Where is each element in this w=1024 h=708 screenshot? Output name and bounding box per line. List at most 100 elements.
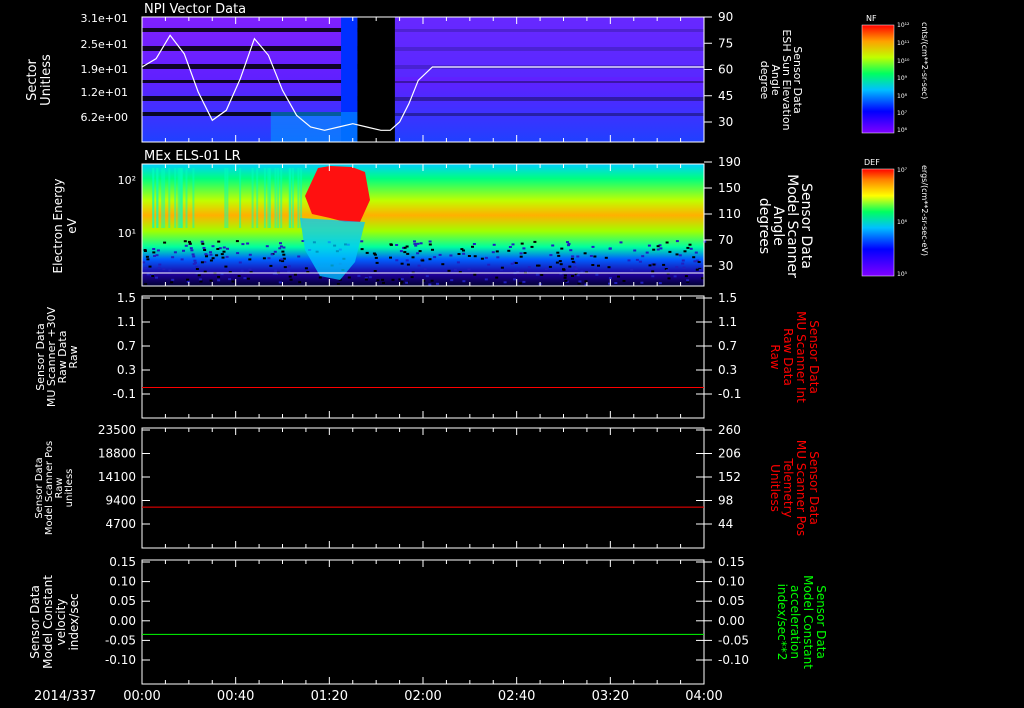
els-speckle xyxy=(418,250,422,253)
els-speckle xyxy=(365,251,369,254)
panel-mu-scanner-raw: 1.5 1.5 1.1 1.1 0.7 0.7 0.3 0.3 -0.1 -0.1 Sensor … xyxy=(34,291,821,419)
els-ytick-left: 10² xyxy=(118,174,136,187)
els-speckle xyxy=(681,262,685,265)
panel4-ylabel-left: Sensor Data Model Scanner Pos Raw unitle… xyxy=(34,441,75,535)
els-speckle xyxy=(651,270,655,273)
ytick-right: 70 xyxy=(718,233,733,247)
ytick-left: 0.10 xyxy=(109,575,136,589)
els-speckle xyxy=(460,248,464,251)
els-speckle xyxy=(656,248,660,251)
els-speckle xyxy=(652,263,656,266)
els-speckle xyxy=(403,246,407,249)
els-speckle xyxy=(630,268,634,271)
els-speckle xyxy=(480,257,484,260)
els-speckle xyxy=(689,247,693,250)
els-speckle xyxy=(205,255,208,258)
els-speckle xyxy=(156,249,160,252)
els-streak xyxy=(226,168,229,228)
els-speckle xyxy=(382,281,385,284)
els-speckle xyxy=(364,278,368,281)
els-speckle xyxy=(158,263,162,266)
els-speckle xyxy=(583,252,587,255)
els-speckle xyxy=(457,253,461,255)
els-speckle xyxy=(492,243,496,246)
els-speckle xyxy=(246,242,250,245)
els-speckle xyxy=(411,256,415,259)
els-speckle xyxy=(240,269,244,272)
els-speckle xyxy=(659,247,663,250)
els-speckle xyxy=(414,244,418,247)
npi-ytick-left: 6.2e+00 xyxy=(81,111,128,124)
colorbar-def-tick: 10⁷ xyxy=(897,167,908,174)
els-speckle xyxy=(200,261,204,264)
els-speckle xyxy=(246,277,250,280)
ytick-left: -0.05 xyxy=(105,633,136,647)
els-speckle xyxy=(500,266,504,269)
els-speckle xyxy=(400,278,404,281)
ytick-right: -0.10 xyxy=(718,653,749,667)
time-tick-label: 00:40 xyxy=(217,689,254,704)
els-speckle xyxy=(216,248,220,250)
els-speckle xyxy=(228,278,232,281)
els-speckle xyxy=(467,255,471,257)
els-speckle xyxy=(188,240,191,243)
els-speckle xyxy=(617,275,620,278)
els-speckle xyxy=(638,260,642,263)
els-speckle xyxy=(389,243,393,246)
els-speckle xyxy=(278,281,282,284)
els-speckle xyxy=(243,277,247,280)
els-speckle xyxy=(183,240,187,243)
els-speckle xyxy=(558,260,562,263)
els-speckle xyxy=(374,256,378,259)
colorbar-nf: NF 10¹² 10¹¹ 10¹⁰ 10⁹ 10⁸ 10⁷ 10⁶ cnts/(… xyxy=(861,14,929,134)
els-speckle xyxy=(571,260,575,263)
colorbar-def-label: DEF xyxy=(864,158,880,167)
els-speckle xyxy=(473,273,477,276)
els-speckle xyxy=(162,268,166,271)
els-streak xyxy=(297,168,300,228)
ytick-right: 206 xyxy=(718,447,741,461)
npi-band-dark xyxy=(142,28,358,32)
els-speckle xyxy=(441,263,445,266)
els-speckle xyxy=(697,261,701,263)
time-tick-label: 01:20 xyxy=(311,689,348,704)
els-streak xyxy=(239,168,242,228)
els-speckle xyxy=(436,282,439,285)
els-speckle xyxy=(153,255,156,257)
els-speckle xyxy=(360,240,364,243)
colorbar-nf-tick: 10¹¹ xyxy=(897,40,910,47)
panel3-ylabel-right-line: Raw xyxy=(768,344,782,369)
els-streak xyxy=(274,168,277,228)
els-speckle xyxy=(425,275,429,278)
els-speckle xyxy=(484,278,488,281)
els-speckle xyxy=(535,273,539,276)
els-speckle xyxy=(496,256,500,259)
els-speckle xyxy=(633,249,637,252)
els-speckle xyxy=(217,279,221,282)
els-speckle xyxy=(513,278,517,281)
ytick-right: 75 xyxy=(718,36,733,50)
els-speckle xyxy=(186,280,190,283)
els-speckle xyxy=(270,253,274,256)
els-speckle xyxy=(144,267,148,270)
panel5-ylabel-right-line: Model Constant xyxy=(801,575,815,669)
els-speckle xyxy=(597,264,600,267)
els-speckle xyxy=(217,240,221,243)
els-speckle xyxy=(527,266,531,269)
panel4-ylabel-right-line: Sensor Data xyxy=(807,451,821,525)
els-speckle xyxy=(604,256,608,259)
els-speckle xyxy=(641,255,645,258)
els-speckle xyxy=(279,242,282,245)
els-speckle xyxy=(675,266,679,269)
date-label: 2014/337 xyxy=(34,689,96,704)
els-speckle xyxy=(471,245,474,248)
els-speckle xyxy=(462,252,466,255)
els-speckle xyxy=(190,249,194,252)
els-speckle xyxy=(622,280,626,282)
panel-els-title: MEx ELS-01 LR xyxy=(144,149,241,164)
panel3-ylabel-right-line: Sensor Data xyxy=(807,320,821,394)
els-speckle xyxy=(520,242,524,245)
panel3-ylabel-left-line: Raw xyxy=(67,345,80,368)
els-speckle xyxy=(192,255,196,258)
els-speckle xyxy=(413,240,416,243)
